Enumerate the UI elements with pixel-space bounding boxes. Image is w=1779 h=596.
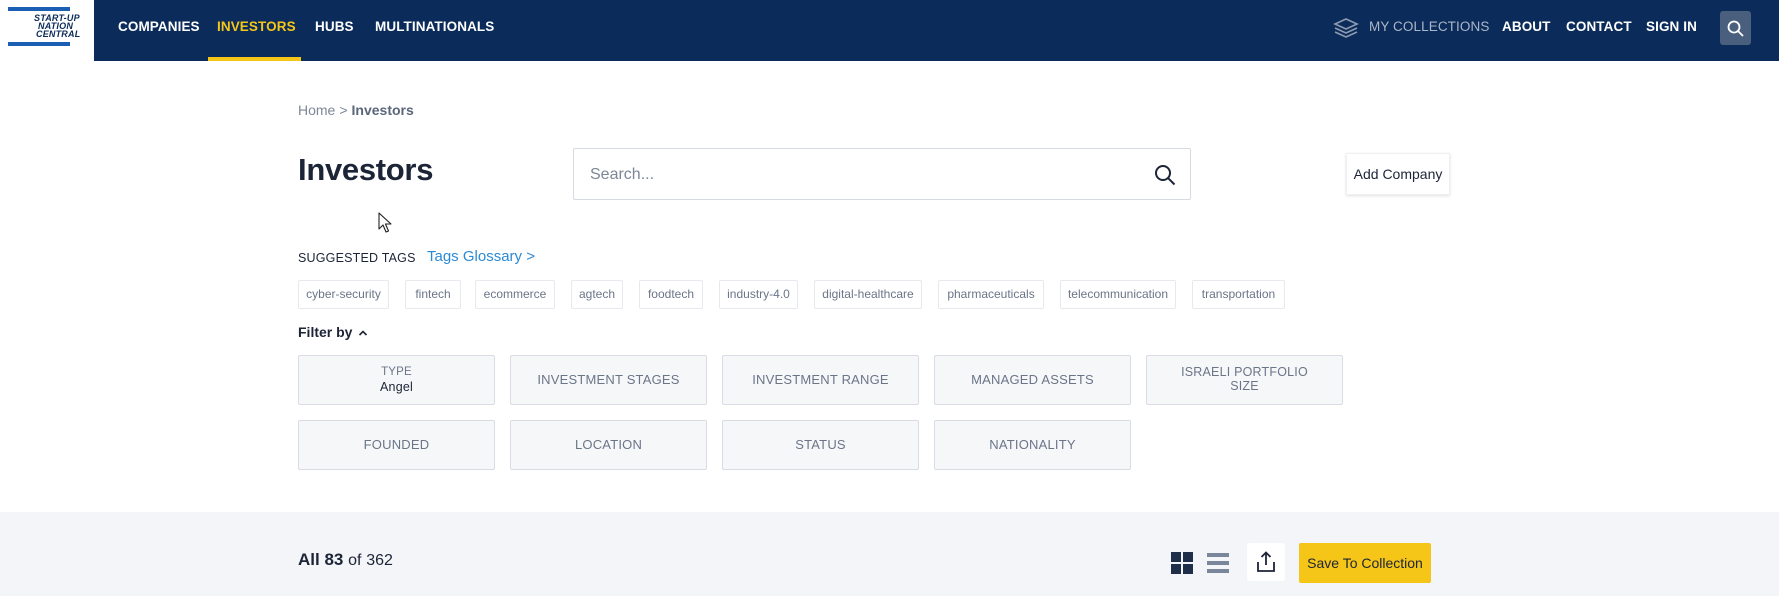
- search-icon[interactable]: [1154, 164, 1176, 186]
- tag-transportation[interactable]: transportation: [1192, 280, 1285, 309]
- search-icon: [1727, 20, 1744, 37]
- breadcrumb: Home > Investors: [298, 102, 414, 118]
- save-to-collection-button[interactable]: Save To Collection: [1299, 543, 1431, 583]
- logo-line-3: CENTRAL: [36, 29, 81, 39]
- nav-investors[interactable]: INVESTORS: [217, 0, 296, 61]
- breadcrumb-current: Investors: [351, 102, 414, 118]
- grid-view-icon[interactable]: [1171, 552, 1193, 574]
- filter-type-label: TYPE: [381, 366, 412, 378]
- nav-about[interactable]: ABOUT: [1502, 0, 1551, 61]
- suggested-tags-label: SUGGESTED TAGS: [298, 251, 416, 265]
- mouse-cursor-icon: [378, 212, 392, 239]
- share-icon: [1257, 551, 1275, 572]
- logo-bar-bottom: [8, 42, 70, 46]
- tag-cyber-security[interactable]: cyber-security: [298, 280, 389, 309]
- filter-investment-stages-label: INVESTMENT STAGES: [537, 372, 680, 387]
- results-toolbar: [0, 512, 1779, 596]
- nav-active-indicator: [208, 57, 301, 61]
- tag-fintech[interactable]: fintech: [405, 280, 461, 309]
- share-button[interactable]: [1247, 543, 1285, 581]
- tag-pharmaceuticals[interactable]: pharmaceuticals: [938, 280, 1044, 309]
- nav-contact[interactable]: CONTACT: [1566, 0, 1632, 61]
- search-box: [573, 148, 1191, 200]
- filter-israeli-portfolio-size[interactable]: ISRAELI PORTFOLIO SIZE: [1146, 355, 1343, 405]
- filter-location-label: LOCATION: [574, 437, 643, 452]
- tag-digital-healthcare[interactable]: digital-healthcare: [814, 280, 922, 309]
- nav-multinationals[interactable]: MULTINATIONALS: [375, 0, 494, 61]
- logo-bar-top: [8, 7, 70, 11]
- tags-glossary-link[interactable]: Tags Glossary >: [427, 248, 535, 265]
- nav-sign-in[interactable]: SIGN IN: [1646, 0, 1697, 61]
- tag-industry-4-0[interactable]: industry-4.0: [719, 280, 798, 309]
- site-logo[interactable]: START-UP NATION CENTRAL: [0, 0, 94, 61]
- filter-location[interactable]: LOCATION: [510, 420, 707, 470]
- breadcrumb-home[interactable]: Home: [298, 102, 335, 118]
- list-view-icon[interactable]: [1207, 553, 1229, 573]
- add-company-button[interactable]: Add Company: [1346, 153, 1450, 195]
- top-navigation: START-UP NATION CENTRAL COMPANIES INVEST…: [0, 0, 1779, 61]
- results-of: of: [348, 552, 362, 569]
- results-prefix: All: [298, 550, 320, 569]
- tag-ecommerce[interactable]: ecommerce: [475, 280, 555, 309]
- filter-status[interactable]: STATUS: [722, 420, 919, 470]
- results-count: All 83 of 362: [298, 550, 393, 570]
- breadcrumb-separator: >: [339, 102, 348, 118]
- filter-by-toggle[interactable]: Filter by: [298, 324, 368, 340]
- filter-nationality-label: NATIONALITY: [989, 437, 1076, 452]
- results-total: 362: [366, 552, 393, 569]
- results-shown: 83: [324, 550, 344, 569]
- tag-telecommunication[interactable]: telecommunication: [1060, 280, 1176, 309]
- filter-by-label: Filter by: [298, 324, 353, 340]
- filter-founded-label: FOUNDED: [363, 437, 430, 452]
- page-title: Investors: [298, 152, 434, 187]
- filter-investment-range-label: INVESTMENT RANGE: [752, 372, 889, 387]
- filter-israeli-portfolio-label-1: ISRAELI PORTFOLIO: [1181, 365, 1308, 379]
- nav-search-button[interactable]: [1720, 11, 1751, 45]
- filter-managed-assets[interactable]: MANAGED ASSETS: [934, 355, 1131, 405]
- filter-type[interactable]: TYPE Angel: [298, 355, 495, 405]
- search-input[interactable]: [590, 163, 1130, 187]
- filter-status-label: STATUS: [795, 437, 846, 452]
- filter-israeli-portfolio-label-2: SIZE: [1230, 379, 1259, 393]
- nav-companies[interactable]: COMPANIES: [118, 0, 200, 61]
- filter-type-value: Angel: [380, 380, 413, 394]
- filter-managed-assets-label: MANAGED ASSETS: [971, 372, 1094, 387]
- layers-icon[interactable]: [1333, 17, 1359, 39]
- filter-investment-range[interactable]: INVESTMENT RANGE: [722, 355, 919, 405]
- nav-my-collections[interactable]: MY COLLECTIONS: [1369, 0, 1489, 61]
- filter-founded[interactable]: FOUNDED: [298, 420, 495, 470]
- chevron-up-icon: [359, 330, 368, 336]
- filter-nationality[interactable]: NATIONALITY: [934, 420, 1131, 470]
- tag-agtech[interactable]: agtech: [571, 280, 623, 309]
- filter-investment-stages[interactable]: INVESTMENT STAGES: [510, 355, 707, 405]
- nav-hubs[interactable]: HUBS: [315, 0, 354, 61]
- tag-foodtech[interactable]: foodtech: [639, 280, 703, 309]
